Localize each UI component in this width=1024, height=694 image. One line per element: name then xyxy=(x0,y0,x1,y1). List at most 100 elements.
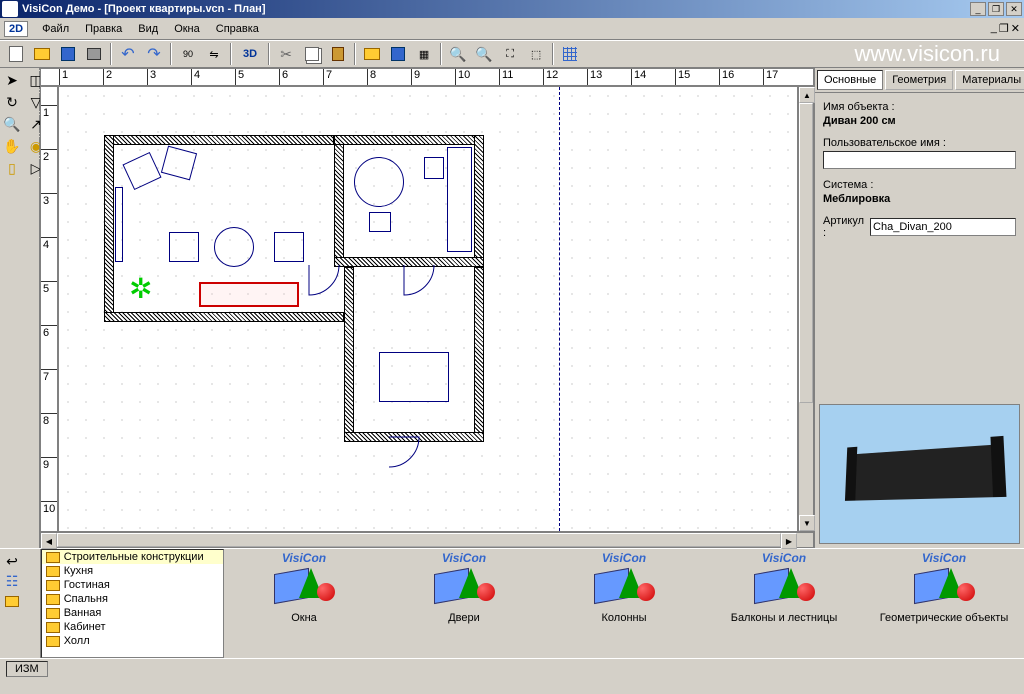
category-tree[interactable]: Строительные конструкции Кухня Гостиная … xyxy=(41,549,224,658)
mdi-close-button[interactable]: ✕ xyxy=(1011,22,1020,35)
user-name-input[interactable] xyxy=(823,151,1016,169)
new-button[interactable] xyxy=(4,42,28,66)
separator xyxy=(230,43,232,65)
scroll-up-button[interactable]: ▲ xyxy=(799,87,815,103)
library-item-columns[interactable]: VisiCon Колонны xyxy=(554,553,694,624)
print-button[interactable] xyxy=(82,42,106,66)
armchair[interactable] xyxy=(161,146,197,181)
drawing-canvas[interactable]: ✲ xyxy=(58,86,798,532)
cut-icon: ✂ xyxy=(280,46,292,63)
folder-icon xyxy=(46,636,60,647)
rotate-tool[interactable]: ↻ xyxy=(2,92,22,112)
mdi-minimize-button[interactable]: _ xyxy=(991,22,997,35)
separator xyxy=(354,43,356,65)
mdi-maximize-button[interactable]: ❐ xyxy=(999,22,1009,35)
lib-folder-button[interactable] xyxy=(2,591,22,611)
sofa-selected[interactable] xyxy=(199,282,299,307)
tab-basic[interactable]: Основные xyxy=(817,70,883,90)
cut-button[interactable]: ✂ xyxy=(274,42,298,66)
zoom-out-button[interactable]: 🔍 xyxy=(472,42,496,66)
copy-button[interactable] xyxy=(300,42,324,66)
scroll-down-button[interactable]: ▼ xyxy=(799,515,815,531)
wall[interactable] xyxy=(474,267,484,442)
snapshot-button[interactable]: ▦ xyxy=(412,42,436,66)
library-item-windows[interactable]: VisiCon Окна xyxy=(234,553,374,624)
menu-help[interactable]: Справка xyxy=(208,21,267,37)
undo-icon: ↶ xyxy=(121,44,134,64)
tree-item[interactable]: Спальня xyxy=(42,592,223,606)
paste-button[interactable] xyxy=(326,42,350,66)
tab-geometry[interactable]: Геометрия xyxy=(885,70,953,90)
tree-item[interactable]: Кухня xyxy=(42,564,223,578)
vertical-scrollbar[interactable]: ▲ ▼ xyxy=(798,86,814,532)
cabinet[interactable] xyxy=(447,147,472,252)
article-input[interactable] xyxy=(870,218,1016,236)
undo-button[interactable]: ↶ xyxy=(116,42,140,66)
library-item-balconies[interactable]: VisiCon Балконы и лестницы xyxy=(714,553,854,624)
zoom-sel-button[interactable]: ⬚ xyxy=(524,42,548,66)
watermark-url: www.visicon.ru xyxy=(855,41,1020,67)
pan-tool[interactable]: ✋ xyxy=(2,136,22,156)
scroll-right-button[interactable]: ▶ xyxy=(781,533,797,549)
tree-item[interactable]: Гостиная xyxy=(42,578,223,592)
library-item-doors[interactable]: VisiCon Двери xyxy=(394,553,534,624)
wall[interactable] xyxy=(334,135,344,265)
door-icon xyxy=(304,265,344,315)
wall[interactable] xyxy=(334,135,484,145)
menu-windows[interactable]: Окна xyxy=(166,21,208,37)
pointer-tool[interactable]: ➤ xyxy=(2,70,22,90)
chair[interactable] xyxy=(369,212,391,232)
flip-icon: ⇋ xyxy=(209,48,218,61)
bed[interactable] xyxy=(379,352,449,402)
horizontal-scrollbar[interactable]: ◀ ▶ xyxy=(40,532,814,548)
armchair[interactable] xyxy=(274,232,304,262)
mode-3d-button[interactable]: 3D xyxy=(236,45,264,63)
wall[interactable] xyxy=(104,135,334,145)
plant[interactable]: ✲ xyxy=(129,272,152,305)
folder-icon xyxy=(46,594,60,605)
round-table[interactable] xyxy=(354,157,404,207)
menu-view[interactable]: Вид xyxy=(130,21,166,37)
tree-item[interactable]: Холл xyxy=(42,634,223,648)
export-icon xyxy=(364,48,380,60)
lib-tree-button[interactable]: ☷ xyxy=(2,571,22,591)
tree-item[interactable]: Ванная xyxy=(42,606,223,620)
menu-file[interactable]: Файл xyxy=(34,21,77,37)
zoom-tool[interactable]: 🔍 xyxy=(2,114,22,134)
import-button[interactable] xyxy=(386,42,410,66)
rotate-icon: 90 xyxy=(183,49,193,59)
zoom-fit-button[interactable]: ⛶ xyxy=(498,42,522,66)
open-icon xyxy=(34,48,50,60)
zoom-in-button[interactable]: 🔍 xyxy=(446,42,470,66)
menu-edit[interactable]: Правка xyxy=(77,21,130,37)
minimize-button[interactable]: _ xyxy=(970,2,986,16)
wall[interactable] xyxy=(344,267,354,442)
scroll-left-button[interactable]: ◀ xyxy=(41,533,57,549)
export-button[interactable] xyxy=(360,42,384,66)
redo-button[interactable]: ↷ xyxy=(142,42,166,66)
library-item-geometry[interactable]: VisiCon Геометрические объекты xyxy=(874,553,1014,624)
maximize-button[interactable]: ❐ xyxy=(988,2,1004,16)
scroll-thumb[interactable] xyxy=(57,533,781,547)
folder-icon xyxy=(46,566,60,577)
tree-item[interactable]: Строительные конструкции xyxy=(42,550,223,564)
armchair[interactable] xyxy=(169,232,199,262)
close-button[interactable]: ✕ xyxy=(1006,2,1022,16)
rotate-button[interactable]: 90 xyxy=(176,42,200,66)
tab-materials[interactable]: Материалы xyxy=(955,70,1024,90)
open-button[interactable] xyxy=(30,42,54,66)
round-table[interactable] xyxy=(214,227,254,267)
grid-button[interactable] xyxy=(558,42,582,66)
armchair[interactable] xyxy=(122,152,161,190)
mode-2d-indicator[interactable]: 2D xyxy=(4,21,28,37)
tree-item[interactable]: Кабинет xyxy=(42,620,223,634)
chair[interactable] xyxy=(424,157,444,179)
save-button[interactable] xyxy=(56,42,80,66)
lib-back-button[interactable]: ↩ xyxy=(2,551,22,571)
flip-button[interactable]: ⇋ xyxy=(202,42,226,66)
wall-tool[interactable]: ▯ xyxy=(2,158,22,178)
scroll-thumb[interactable] xyxy=(799,103,813,403)
wall[interactable] xyxy=(104,135,114,320)
tv-unit[interactable] xyxy=(115,187,123,262)
wall[interactable] xyxy=(474,135,484,265)
